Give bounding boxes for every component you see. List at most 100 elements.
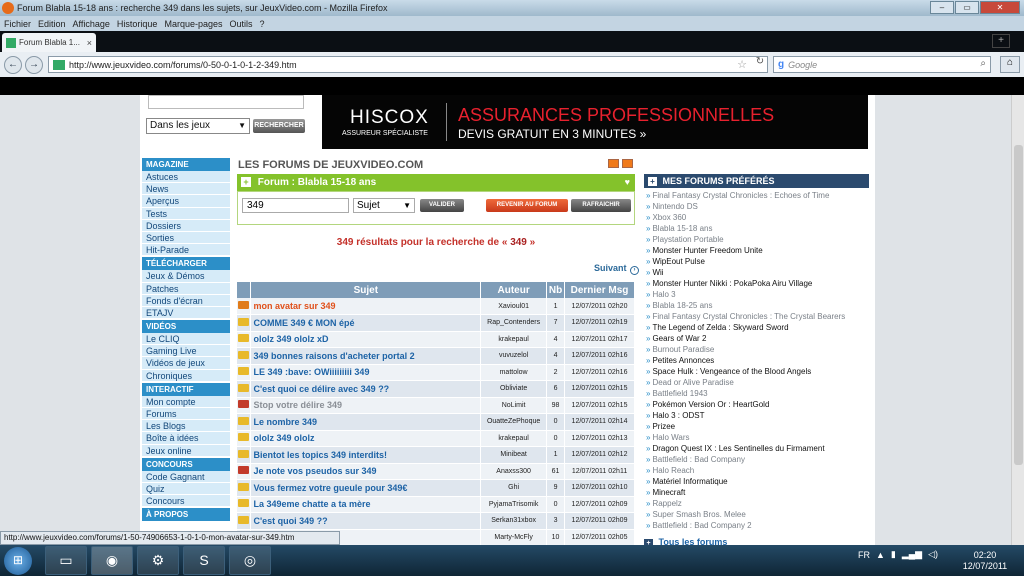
nav-item[interactable]: Jeux online bbox=[142, 444, 230, 457]
start-button[interactable]: ⊞ bbox=[4, 547, 32, 575]
topic-subject[interactable]: mon avatar sur 349 bbox=[250, 298, 482, 315]
table-row[interactable]: Bientot les topics 349 interdits! Minibea… bbox=[237, 446, 635, 464]
favorite-forum-link[interactable]: » Playstation Portable bbox=[644, 234, 869, 245]
table-row[interactable]: Stop votre délire 349 NoLimit 98 12/07/2011… bbox=[237, 397, 635, 414]
favorite-forum-link[interactable]: » Petites Annonces bbox=[644, 355, 869, 366]
topic-subject[interactable]: Vous fermez votre gueule pour 349€ bbox=[250, 479, 482, 497]
nav-item[interactable]: Fonds d'écran bbox=[142, 294, 230, 307]
table-row[interactable]: LE 349 :bave: OWiiiiiiiii 349 mattolow 2 12… bbox=[237, 364, 635, 381]
topic-subject[interactable]: 349 bonnes raisons d'acheter portal 2 bbox=[250, 347, 482, 365]
favorite-forum-link[interactable]: » Battlefield : Bad Company 2 bbox=[644, 520, 869, 531]
nav-section-header[interactable]: INTERACTIF bbox=[142, 382, 230, 396]
menu-item-5[interactable]: Outils bbox=[230, 19, 253, 29]
topic-subject[interactable]: ololz 349 ololz xD bbox=[250, 331, 482, 348]
nav-item[interactable]: Astuces bbox=[142, 171, 230, 184]
search-scope-select[interactable]: Dans les jeux ▼ bbox=[146, 118, 250, 134]
ad-banner[interactable]: HISCOX ASSUREUR SPÉCIALISTE ASSURANCES P… bbox=[322, 95, 868, 149]
favorite-forum-link[interactable]: » Battlefield 1943 bbox=[644, 388, 869, 399]
favorite-forum-link[interactable]: » Final Fantasy Crystal Chronicles : Echo… bbox=[644, 190, 869, 201]
table-row[interactable]: C'est quoi 349 ?? Serkan31xbox 3 12/07/2011… bbox=[237, 512, 635, 530]
page-scrollbar[interactable] bbox=[1011, 95, 1024, 545]
forum-search-input[interactable]: 349 bbox=[242, 198, 349, 213]
favorite-forum-link[interactable]: » Halo 3 bbox=[644, 289, 869, 300]
nav-item[interactable]: Dossiers bbox=[142, 219, 230, 232]
nav-section-header[interactable]: CONCOURS bbox=[142, 457, 230, 471]
favorite-forum-link[interactable]: » WipEout Pulse bbox=[644, 256, 869, 267]
tab-forum[interactable]: Forum Blabla 1... × bbox=[2, 33, 96, 52]
topic-author[interactable]: Obliviate bbox=[480, 380, 548, 398]
nav-item[interactable]: Tests bbox=[142, 207, 230, 220]
bookmark-star-icon[interactable]: ☆ bbox=[737, 58, 747, 71]
tab-close-icon[interactable]: × bbox=[87, 38, 92, 48]
nav-item[interactable]: Sorties bbox=[142, 231, 230, 245]
nav-section-header[interactable]: VIDÉOS bbox=[142, 320, 230, 334]
all-forums-link[interactable]: + Tous les forums bbox=[644, 537, 727, 545]
maximize-button[interactable]: ▭ bbox=[955, 1, 979, 14]
table-row[interactable]: 349 bonnes raisons d'acheter portal 2 vuv… bbox=[237, 347, 635, 365]
favorite-forum-link[interactable]: » Monster Hunter Nikki : PokaPoka Airu Vi… bbox=[644, 278, 869, 289]
nav-item[interactable]: Quiz bbox=[142, 482, 230, 496]
favorite-forum-link[interactable]: » Rappelz bbox=[644, 498, 869, 509]
favorite-heart-icon[interactable]: ♥ bbox=[625, 174, 630, 191]
favorite-forum-link[interactable]: » Wii bbox=[644, 267, 869, 278]
topic-author[interactable]: OuatteZePhoque bbox=[480, 413, 548, 431]
table-row[interactable]: C'est quoi ce délire avec 349 ?? Obliviat… bbox=[237, 380, 635, 398]
topic-author[interactable]: krakepaul bbox=[480, 331, 548, 348]
favorite-forum-link[interactable]: » Halo 3 : ODST bbox=[644, 410, 869, 421]
valider-button[interactable]: VALIDER bbox=[420, 199, 464, 212]
nav-section-header[interactable]: À PROPOS bbox=[142, 508, 230, 522]
rechercher-button[interactable]: RECHERCHER bbox=[253, 119, 305, 133]
table-row[interactable]: Je note vos pseudos sur 349 Anaxss300 61 12… bbox=[237, 463, 635, 480]
favorite-forum-link[interactable]: » Halo Reach bbox=[644, 465, 869, 476]
favorite-forum-link[interactable]: » Pokémon Version Or : HeartGold bbox=[644, 399, 869, 410]
url-bar[interactable]: http://www.jeuxvideo.com/forums/0-50-0-1… bbox=[48, 56, 768, 73]
col-nb[interactable]: Nb bbox=[546, 282, 566, 298]
nav-item[interactable]: ETAJV bbox=[142, 306, 230, 320]
forward-button[interactable]: → bbox=[25, 55, 43, 74]
new-tab-button[interactable]: + bbox=[992, 34, 1010, 48]
scrollbar-thumb[interactable] bbox=[1014, 145, 1023, 465]
firefox-taskbar-icon[interactable]: ◉ bbox=[91, 546, 133, 575]
nav-item[interactable]: Concours bbox=[142, 495, 230, 508]
search-input[interactable]: g Google ⌕ bbox=[773, 56, 991, 73]
topic-subject[interactable]: Je note vos pseudos sur 349 bbox=[250, 463, 482, 480]
nav-item[interactable]: Patches bbox=[142, 282, 230, 295]
skype-taskbar-icon[interactable]: S bbox=[183, 546, 225, 575]
menu-item-1[interactable]: Edition bbox=[38, 19, 66, 29]
topic-author[interactable]: Ghi bbox=[480, 479, 548, 497]
nav-section-header[interactable]: TÉLÉCHARGER bbox=[142, 257, 230, 271]
menu-item-6[interactable]: ? bbox=[260, 19, 265, 29]
favorite-forum-link[interactable]: » Matériel Informatique bbox=[644, 476, 869, 487]
topic-author[interactable]: PyjamaTrisomik bbox=[480, 496, 548, 513]
grid-view-icon[interactable] bbox=[622, 159, 633, 168]
menu-item-2[interactable]: Affichage bbox=[73, 19, 110, 29]
nav-item[interactable]: Chroniques bbox=[142, 369, 230, 382]
topic-author[interactable]: Minibeat bbox=[480, 446, 548, 464]
table-row[interactable]: COMME 349 € MON épé Rap_Contenders 7 12/07/… bbox=[237, 314, 635, 332]
favorite-forum-link[interactable]: » Blabla 18-25 ans bbox=[644, 300, 869, 311]
topic-subject[interactable]: COMME 349 € MON épé bbox=[250, 314, 482, 332]
favorite-forum-link[interactable]: » Battlefield : Bad Company bbox=[644, 454, 869, 465]
network-app-taskbar-icon[interactable]: ⚙ bbox=[137, 546, 179, 575]
favorite-forum-link[interactable]: » Dead or Alive Paradise bbox=[644, 377, 869, 388]
topic-subject[interactable]: Stop votre délire 349 bbox=[250, 397, 482, 414]
site-search-input[interactable] bbox=[148, 95, 304, 109]
list-view-icon[interactable] bbox=[608, 159, 619, 168]
tray-expand-icon[interactable]: ▲ bbox=[876, 550, 885, 560]
favorite-forum-link[interactable]: » Nintendo DS bbox=[644, 201, 869, 212]
topic-author[interactable]: vuvuzelol bbox=[480, 347, 548, 365]
minimize-button[interactable]: – bbox=[930, 1, 954, 14]
favorite-forum-link[interactable]: » Prizee bbox=[644, 421, 869, 432]
topic-author[interactable]: Anaxss300 bbox=[480, 463, 548, 480]
magnifier-icon[interactable]: ⌕ bbox=[980, 58, 986, 69]
nav-item[interactable]: News bbox=[142, 183, 230, 196]
table-row[interactable]: ololz 349 ololz krakepaul 0 12/07/2011 02h1… bbox=[237, 430, 635, 447]
topic-author[interactable]: krakepaul bbox=[480, 430, 548, 447]
nav-item[interactable]: Mon compte bbox=[142, 395, 230, 408]
nav-item[interactable]: Les Blogs bbox=[142, 420, 230, 433]
topic-author[interactable]: Xavioul01 bbox=[480, 298, 548, 315]
nav-item[interactable]: Hit-Parade bbox=[142, 244, 230, 257]
topic-subject[interactable]: C'est quoi ce délire avec 349 ?? bbox=[250, 380, 482, 398]
favorite-forum-link[interactable]: » Blabla 15-18 ans bbox=[644, 223, 869, 234]
nav-section-header[interactable]: MAGAZINE bbox=[142, 158, 230, 171]
